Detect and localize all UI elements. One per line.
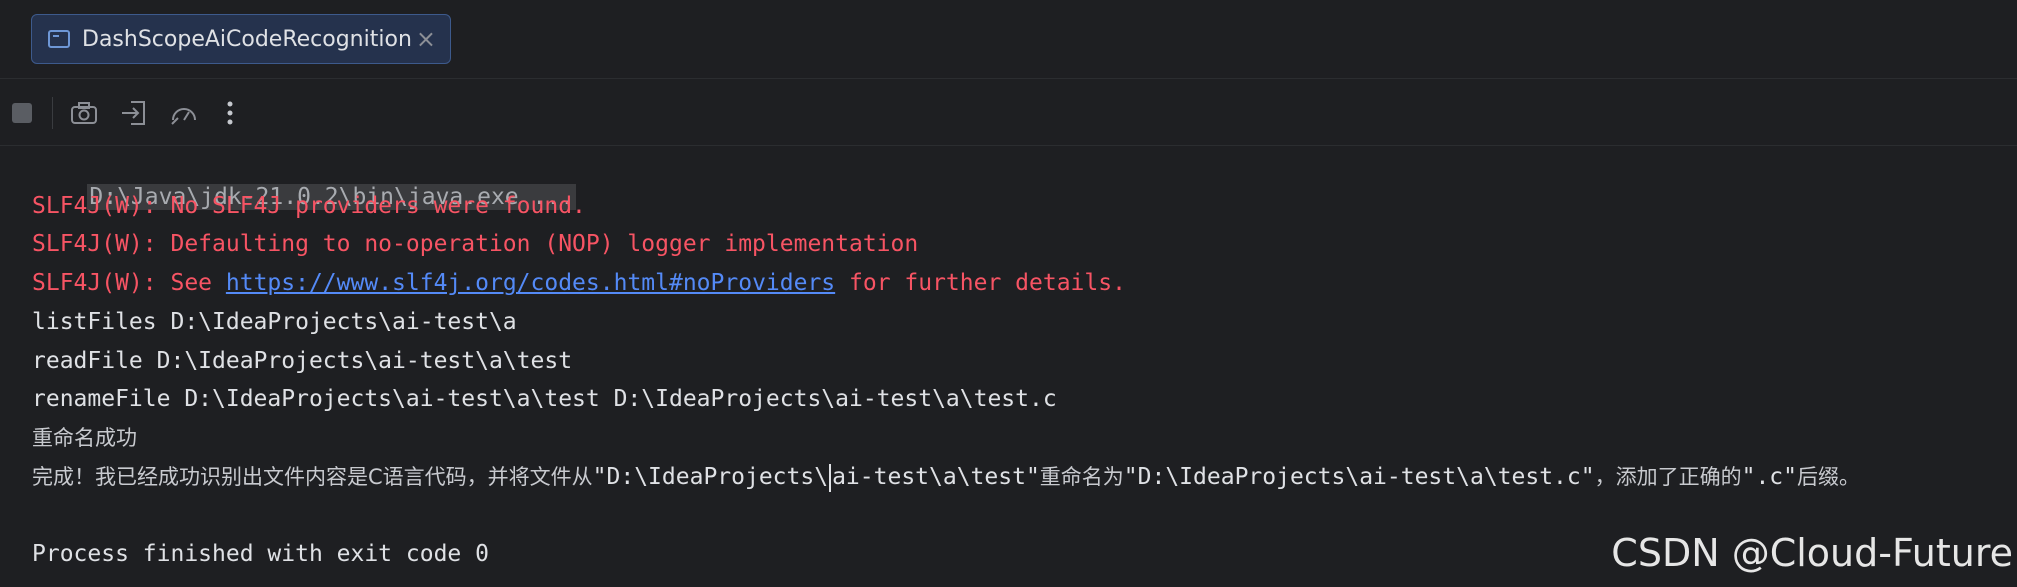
camera-icon — [71, 102, 97, 124]
stop-icon — [12, 103, 32, 123]
result-text-part: 重命名为 — [1039, 465, 1124, 489]
screenshot-button[interactable] — [66, 95, 102, 131]
profiler-button[interactable] — [166, 95, 202, 131]
error-prefix: SLF4J(W): See — [32, 270, 226, 296]
console-line-error: SLF4J(W): Defaulting to no-operation (NO… — [32, 231, 919, 257]
speedometer-icon — [171, 108, 196, 125]
console-line-exit: Process finished with exit code 0 — [32, 541, 489, 567]
error-suffix: for further details. — [835, 270, 1126, 296]
text-caret — [829, 463, 832, 492]
result-text-part: ai-test\a\test" — [832, 464, 1040, 490]
result-text-part: ，添加了正确的 — [1594, 465, 1742, 489]
result-text-part: "D:\IdeaProjects\ — [592, 464, 829, 490]
console-line-output: readFile D:\IdeaProjects\ai-test\a\test — [32, 348, 573, 374]
stop-button[interactable] — [4, 95, 40, 131]
tab-run-configuration[interactable]: DashScopeAiCodeRecognition × — [31, 14, 451, 64]
console-line-output: renameFile D:\IdeaProjects\ai-test\a\tes… — [32, 386, 1057, 412]
close-icon[interactable]: × — [416, 25, 436, 53]
console-icon — [48, 30, 70, 48]
console-line-output: 重命名成功 — [32, 426, 137, 450]
console-line-output: listFiles D:\IdeaProjects\ai-test\a — [32, 309, 517, 335]
result-text-part: ".c" — [1741, 464, 1797, 490]
console-line-command: D:\Java\jdk-21.0.2\bin\java.exe ... — [32, 152, 577, 210]
result-text-part: 完成！我已经成功识别出文件内容是C语言代码，并将文件从 — [32, 465, 593, 489]
exit-icon — [122, 101, 145, 125]
slf4j-link[interactable]: https://www.slf4j.org/codes.html#noProvi… — [226, 270, 835, 296]
result-text-part: "D:\IdeaProjects\ai-test\a\test.c" — [1123, 464, 1595, 490]
exit-button[interactable] — [116, 95, 152, 131]
console-line-error: SLF4J(W): See https://www.slf4j.org/code… — [32, 268, 1126, 298]
tab-title: DashScopeAiCodeRecognition — [82, 26, 412, 52]
more-options-button[interactable] — [212, 95, 248, 131]
toolbar-separator — [52, 97, 53, 129]
run-toolbar — [0, 79, 2017, 146]
console-line-error: SLF4J(W): No SLF4J providers were found. — [32, 193, 586, 219]
console-line-output: 完成！我已经成功识别出文件内容是C语言代码，并将文件从"D:\IdeaProje… — [32, 462, 1860, 492]
console-output[interactable]: D:\Java\jdk-21.0.2\bin\java.exe ... SLF4… — [0, 146, 2017, 587]
watermark: CSDN @Cloud-Future — [1611, 531, 2013, 575]
tab-bar: DashScopeAiCodeRecognition × — [0, 0, 2017, 79]
more-icon — [227, 101, 233, 125]
result-text-part: 后缀。 — [1797, 465, 1860, 489]
